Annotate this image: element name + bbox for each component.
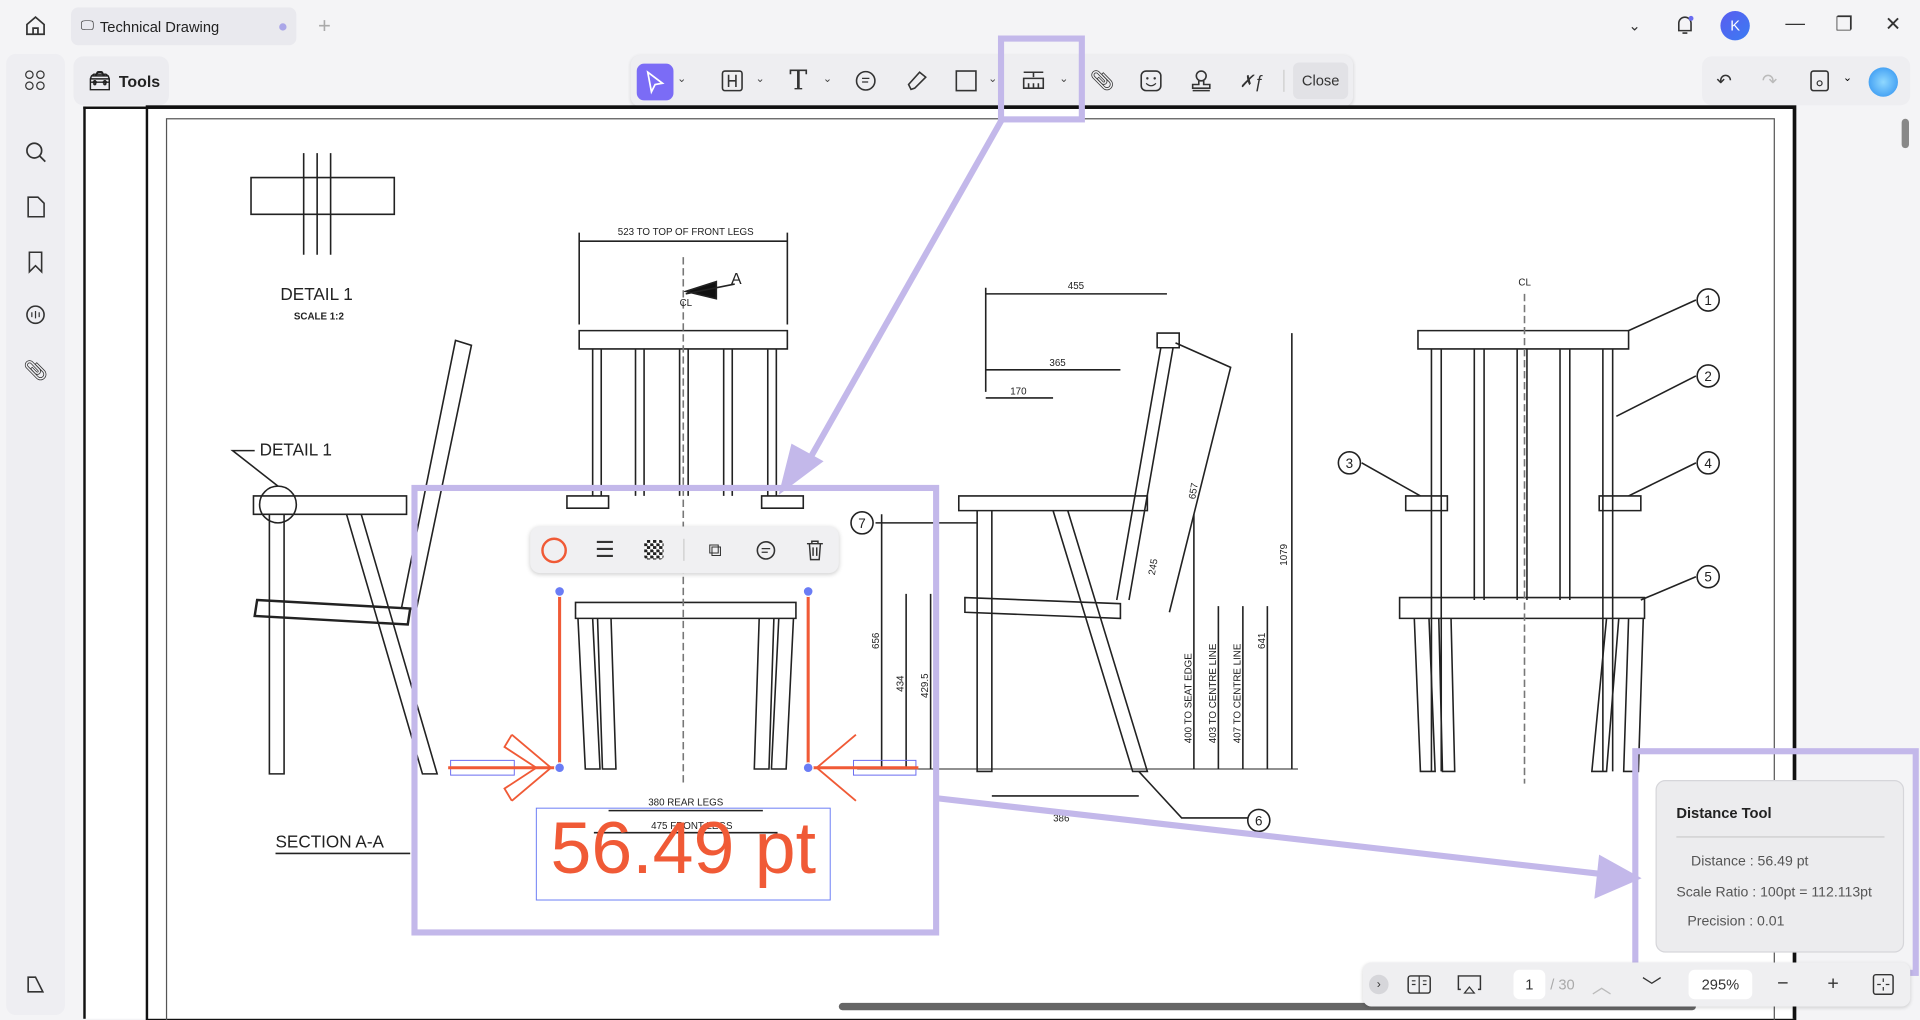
zoom-level-input[interactable]: 295% <box>1688 969 1753 1000</box>
dim-403: 403 TO CENTRE LINE <box>1208 643 1219 743</box>
page-total: / 30 <box>1550 975 1575 994</box>
zoom-in-button[interactable]: + <box>1821 972 1845 996</box>
dim-1079: 1079 <box>1279 544 1290 566</box>
detail-callout: DETAIL 1 <box>260 440 332 460</box>
distance-panel-highlight <box>1632 748 1919 976</box>
presentation-icon[interactable] <box>1455 972 1484 996</box>
expand-button[interactable]: › <box>1368 974 1389 995</box>
page-layout-icon[interactable] <box>1406 972 1433 996</box>
callout-4: 4 <box>1704 456 1712 471</box>
section-label: SECTION A-A <box>276 831 385 851</box>
dim-seat-edge: 400 TO SEAT EDGE <box>1183 653 1194 744</box>
callout-3: 3 <box>1346 456 1353 471</box>
centre-line-label: CL <box>680 298 693 309</box>
page-navigation-bar: › 1 / 30 ︿ ﹀ 295% − + <box>1362 962 1911 1007</box>
detail-title: DETAIL 1 <box>280 284 352 304</box>
dim-245: 245 <box>1147 558 1161 577</box>
dim-641: 641 <box>1257 633 1268 649</box>
callout-5: 5 <box>1704 570 1711 585</box>
dim-455: 455 <box>1068 281 1085 292</box>
callout-1: 1 <box>1704 293 1711 308</box>
fit-page-icon[interactable] <box>1871 972 1895 996</box>
section-mark: A <box>731 271 742 288</box>
measure-tool-highlight <box>997 35 1085 123</box>
callout-6: 6 <box>1255 813 1262 828</box>
rear-chair <box>1361 293 1697 784</box>
detail-scale: SCALE 1:2 <box>294 312 345 323</box>
measurement-highlight <box>411 484 940 936</box>
callout-2: 2 <box>1704 369 1711 384</box>
dim-170: 170 <box>1010 386 1027 397</box>
detail-drawing <box>250 153 396 255</box>
vertical-scrollbar[interactable] <box>1901 118 1909 149</box>
zoom-out-button[interactable]: − <box>1771 972 1795 996</box>
next-page-button[interactable]: ﹀ <box>1641 972 1663 998</box>
dim-365: 365 <box>1049 358 1066 369</box>
previous-page-button[interactable]: ︿ <box>1591 972 1613 998</box>
centre-line-label: CL <box>1518 277 1531 288</box>
page-number-input[interactable]: 1 <box>1513 969 1546 1000</box>
dim-407: 407 TO CENTRE LINE <box>1232 643 1243 743</box>
front-dimension: 523 TO TOP OF FRONT LEGS <box>618 227 754 238</box>
